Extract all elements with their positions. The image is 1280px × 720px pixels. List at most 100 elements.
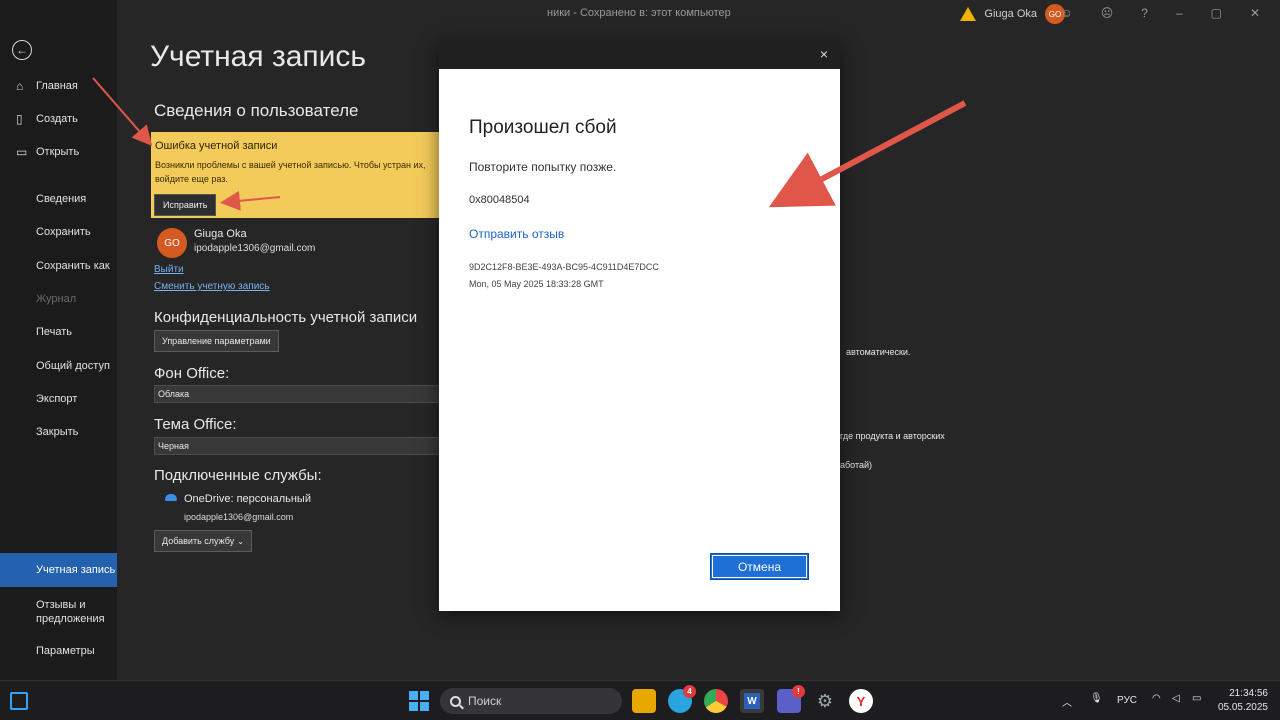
nav-item-share[interactable]: Общий доступ — [0, 359, 117, 373]
smile-icon[interactable]: ☺ — [1060, 6, 1072, 20]
widgets-icon[interactable] — [10, 692, 28, 710]
clock-time: 21:34:56 — [1229, 688, 1268, 699]
volume-icon[interactable]: ◁ — [1172, 693, 1180, 704]
nav-item-label: Сведения — [36, 193, 87, 205]
frown-icon[interactable]: ☹ — [1101, 6, 1114, 20]
background-select[interactable]: Облака — [154, 385, 444, 403]
nav-item-info[interactable]: Сведения — [0, 192, 117, 206]
word-letter: W — [744, 693, 760, 709]
back-arrow-icon[interactable]: ← — [12, 40, 32, 60]
add-service-button[interactable]: Добавить службу ⌄ — [154, 530, 252, 552]
error-code: 0x80048504 — [469, 194, 530, 206]
nav-item-close[interactable]: Закрыть — [0, 425, 117, 439]
nav-item-label: Открыть — [36, 146, 80, 158]
product-info-text: аботай) — [840, 460, 873, 470]
product-info-text: где продукта и авторских — [840, 431, 945, 441]
nav-item-save[interactable]: Сохранить — [0, 225, 117, 239]
nav-item-print[interactable]: Печать — [0, 325, 117, 339]
error-dialog: × Произошел сбой Повторите попытку позже… — [439, 41, 840, 611]
page-title: Учетная запись — [150, 40, 367, 73]
nav-item-account[interactable]: Учетная запись — [0, 553, 117, 587]
nav-item-feedback[interactable]: Отзывы и предложения — [0, 598, 117, 626]
wifi-icon[interactable]: ◠ — [1152, 693, 1161, 704]
start-button[interactable] — [409, 691, 429, 711]
nav-item-label: Общий доступ — [36, 360, 110, 372]
nav-item-label: Журнал — [36, 293, 77, 305]
manage-settings-button[interactable]: Управление параметрами — [154, 330, 279, 352]
nav-item-open[interactable]: ▭ Открыть — [0, 145, 117, 159]
document-title: ники - Сохранено в: этот компьютер — [547, 7, 731, 19]
minimize-icon[interactable]: – — [1176, 6, 1183, 20]
close-icon[interactable]: ✕ — [1250, 6, 1260, 20]
help-icon[interactable]: ? — [1141, 6, 1148, 20]
maximize-icon[interactable]: ▢ — [1211, 6, 1222, 20]
send-feedback-link[interactable]: Отправить отзыв — [469, 227, 564, 241]
avatar: GO — [157, 228, 187, 258]
background-heading: Фон Office: — [154, 365, 230, 382]
nav-item-label: Печать — [36, 326, 73, 338]
yandex-browser-icon[interactable]: Y — [849, 689, 873, 713]
system-clock[interactable]: 21:34:56 05.05.2025 — [1218, 687, 1268, 715]
nav-item-label: Экспорт — [36, 393, 78, 405]
new-document-icon: ▯ — [16, 112, 23, 126]
nav-item-export[interactable]: Экспорт — [0, 392, 117, 406]
chevron-down-icon: ⌄ — [237, 536, 244, 546]
clock-date: 05.05.2025 — [1217, 702, 1268, 713]
chrome-icon[interactable] — [704, 689, 728, 713]
onedrive-icon — [165, 494, 177, 501]
nav-item-home[interactable]: ⌂ Главная — [0, 79, 117, 93]
user-email: ipodapple1306@gmail.com — [194, 243, 316, 254]
backstage-nav: ← ⌂ Главная ▯ Создать ▭ Открыть Сведения… — [0, 0, 117, 680]
theme-select[interactable]: Черная — [154, 437, 444, 455]
nav-item-label: Отзывы и предложения — [36, 599, 105, 625]
close-icon[interactable]: × — [820, 47, 828, 61]
nav-item-label: Закрыть — [36, 426, 79, 438]
account-error-banner: Ошибка учетной записи Возникли проблемы … — [151, 132, 451, 218]
nav-item-label: Учетная запись — [36, 564, 116, 576]
cancel-button[interactable]: Отмена — [710, 553, 809, 580]
nav-item-label: Создать — [36, 113, 78, 125]
sign-out-link[interactable]: Выйти — [154, 264, 184, 275]
title-bar: ники - Сохранено в: этот компьютер Giuga… — [117, 0, 1280, 28]
nav-item-save-as[interactable]: Сохранить как — [0, 259, 117, 273]
battery-icon[interactable]: ▭ — [1192, 693, 1201, 704]
settings-gear-icon[interactable]: ⚙ — [813, 689, 837, 713]
nav-item-new[interactable]: ▯ Создать — [0, 112, 117, 126]
notification-badge: ! — [792, 685, 805, 698]
chevron-up-icon[interactable]: ︿ — [1062, 694, 1072, 709]
language-indicator[interactable]: РУС — [1117, 695, 1137, 706]
add-service-label: Добавить службу — [162, 536, 235, 546]
microphone-icon[interactable]: 🎙 — [1090, 693, 1103, 704]
warning-icon — [960, 7, 977, 21]
services-heading: Подключенные службы: — [154, 467, 322, 484]
service-name: OneDrive: персональный — [184, 493, 311, 505]
word-icon[interactable]: W — [740, 689, 764, 713]
nav-item-label: Параметры — [36, 645, 95, 657]
nav-item-label: Главная — [36, 80, 78, 92]
theme-heading: Тема Office: — [154, 416, 237, 433]
window-controls: ☺ ☹ ? – ▢ ✕ — [1060, 6, 1260, 20]
telegram-icon[interactable]: 4 — [668, 685, 696, 713]
taskbar-search[interactable]: Поиск — [440, 688, 622, 714]
service-email: ipodapple1306@gmail.com — [184, 512, 294, 522]
correlation-id: 9D2C12F8-BE3E-493A-BC95-4C911D4E7DCC — [469, 262, 659, 272]
nav-item-history: Журнал — [0, 292, 117, 306]
home-icon: ⌂ — [16, 79, 24, 93]
user-name: Giuga Oka — [194, 228, 247, 240]
teams-icon[interactable]: ! — [777, 685, 805, 713]
fix-button[interactable]: Исправить — [154, 194, 217, 216]
nav-item-options[interactable]: Параметры — [0, 644, 117, 658]
error-title: Ошибка учетной записи — [155, 140, 278, 152]
titlebar-account[interactable]: Giuga Oka GO — [960, 4, 1065, 24]
file-explorer-icon[interactable] — [632, 689, 656, 713]
dialog-header: × — [439, 41, 840, 69]
windows-logo-icon — [420, 691, 429, 700]
switch-account-link[interactable]: Сменить учетную запись — [154, 281, 270, 292]
privacy-heading: Конфиденциальность учетной записи — [154, 309, 418, 326]
product-info-text: автоматически. — [846, 347, 911, 357]
notification-badge: 4 — [683, 685, 696, 698]
nav-item-label: Сохранить — [36, 226, 91, 238]
titlebar-user-name: Giuga Oka — [984, 8, 1037, 20]
windows-logo-icon — [409, 691, 418, 700]
windows-logo-icon — [409, 702, 418, 711]
